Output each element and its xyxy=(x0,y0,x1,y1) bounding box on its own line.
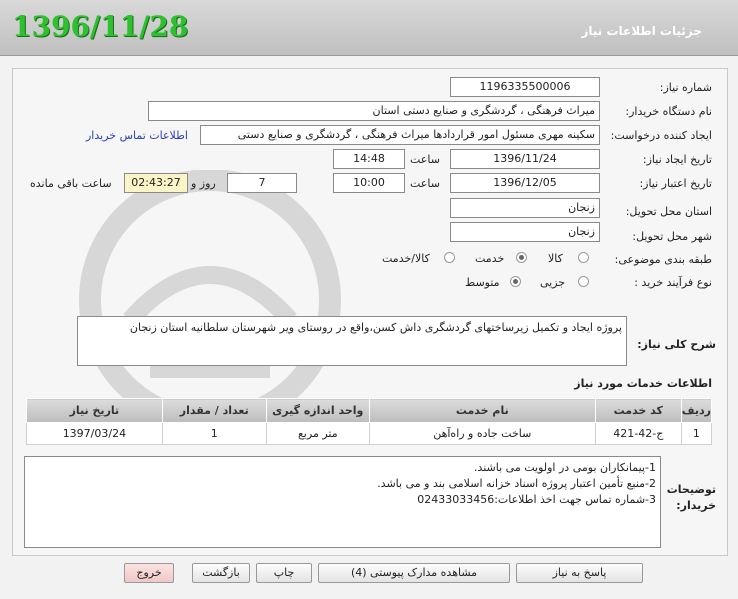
created-date-field: 1396/11/24 xyxy=(450,149,600,169)
province-label: استان محل تحویل: xyxy=(625,205,712,218)
category-radio-service[interactable] xyxy=(516,252,527,263)
valid-date-label: تاریخ اعتبار نیاز: xyxy=(639,177,712,190)
province-field: زنجان xyxy=(450,198,600,218)
created-time-label: ساعت xyxy=(410,153,440,166)
requester-label: ایجاد کننده درخواست: xyxy=(610,129,712,142)
table-row: 1 ج-42-421 ساخت جاده و راه‌آهن متر مربع … xyxy=(26,422,713,445)
process-label: نوع فرآیند خرید : xyxy=(634,276,712,289)
reply-button[interactable]: پاسخ به نیاز xyxy=(516,563,643,583)
col-service-code: کد خدمت xyxy=(594,398,682,423)
created-time-field: 14:48 xyxy=(333,149,405,169)
services-table: ردیف کد خدمت نام خدمت واحد اندازه گیری ت… xyxy=(26,398,713,445)
cell-quantity: 1 xyxy=(161,422,267,445)
remaining-time-field: 02:43:27 xyxy=(124,173,188,193)
buyer-org-label: نام دستگاه خریدار: xyxy=(625,105,712,118)
category-option-service: خدمت xyxy=(475,252,505,265)
col-row-number: ردیف xyxy=(680,398,713,423)
days-field: 7 xyxy=(227,173,297,193)
note-line: 1-پیمانکاران بومی در اولویت می باشند. xyxy=(473,461,656,474)
process-radio-medium[interactable] xyxy=(510,276,521,287)
cell-row-number: 1 xyxy=(680,422,713,445)
valid-time-label: ساعت xyxy=(410,177,440,190)
process-radio-minor[interactable] xyxy=(578,276,589,287)
need-number-label: شماره نیاز: xyxy=(659,81,712,94)
contact-info-link[interactable]: اطلاعات تماس خریدار xyxy=(86,129,188,142)
valid-date-field: 1396/12/05 xyxy=(450,173,600,193)
category-label: طبقه بندی موضوعی: xyxy=(614,253,712,266)
page-title: جزئیات اطلاعات نیاز xyxy=(581,24,702,38)
back-button[interactable]: بازگشت xyxy=(192,563,250,583)
col-need-date: تاریخ نیاز xyxy=(26,398,163,423)
city-label: شهر محل تحویل: xyxy=(632,230,712,243)
valid-time-field: 10:00 xyxy=(333,173,405,193)
process-option-minor: جزیی xyxy=(540,276,566,289)
category-option-goods-service: کالا/خدمت xyxy=(382,252,430,265)
days-label: روز و xyxy=(191,177,216,190)
services-header-row: ردیف کد خدمت نام خدمت واحد اندازه گیری ت… xyxy=(26,398,713,423)
category-option-goods: کالا xyxy=(548,252,563,265)
cell-need-date: 1397/03/24 xyxy=(26,422,163,445)
cell-service-name: ساخت جاده و راه‌آهن xyxy=(368,422,596,445)
services-section-title: اطلاعات خدمات مورد نیاز xyxy=(574,377,712,390)
process-option-medium: متوسط xyxy=(465,276,500,289)
created-date-label: تاریخ ایجاد نیاز: xyxy=(642,153,712,166)
view-attachments-button[interactable]: مشاهده مدارک پیوستی (4) xyxy=(318,563,510,583)
buyer-notes-textarea: 1-پیمانکاران بومی در اولویت می باشند. 2-… xyxy=(24,456,661,548)
buyer-notes-label: توضیحات خریدار: xyxy=(666,483,716,512)
cell-unit: متر مربع xyxy=(265,422,370,445)
requester-field: سکینه مهری مسئول امور قراردادها میراث فر… xyxy=(200,125,600,145)
category-radio-goods-service[interactable] xyxy=(444,252,455,263)
remaining-label: ساعت باقی مانده xyxy=(30,177,112,190)
col-service-name: نام خدمت xyxy=(368,398,596,423)
category-radio-goods[interactable] xyxy=(578,252,589,263)
need-number-field: 1196335500006 xyxy=(450,77,600,97)
note-line: 3-شماره تماس جهت اخذ اطلاعات:02433033456 xyxy=(417,493,656,506)
print-button[interactable]: چاپ xyxy=(256,563,312,583)
buyer-org-field: میراث فرهنگی ، گردشگری و صنایع دستی استا… xyxy=(148,101,600,121)
description-label: شرح کلی نیاز: xyxy=(637,338,716,351)
description-textarea: پروژه ایجاد و تکمیل زیرساختهای گردشگری د… xyxy=(77,316,627,366)
cell-service-code: ج-42-421 xyxy=(594,422,682,445)
col-unit: واحد اندازه گیری xyxy=(265,398,370,423)
watermark-logo-icon xyxy=(79,170,341,430)
city-field: زنجان xyxy=(450,222,600,242)
exit-button[interactable]: خروج xyxy=(124,563,174,583)
page-header: 1396/11/28 جزئیات اطلاعات نیاز xyxy=(0,0,738,56)
note-line: 2-منبع تأمین اعتبار پروژه اسناد خزانه اس… xyxy=(377,477,656,490)
header-date: 1396/11/28 xyxy=(12,10,189,43)
col-quantity: تعداد / مقدار xyxy=(161,398,267,423)
